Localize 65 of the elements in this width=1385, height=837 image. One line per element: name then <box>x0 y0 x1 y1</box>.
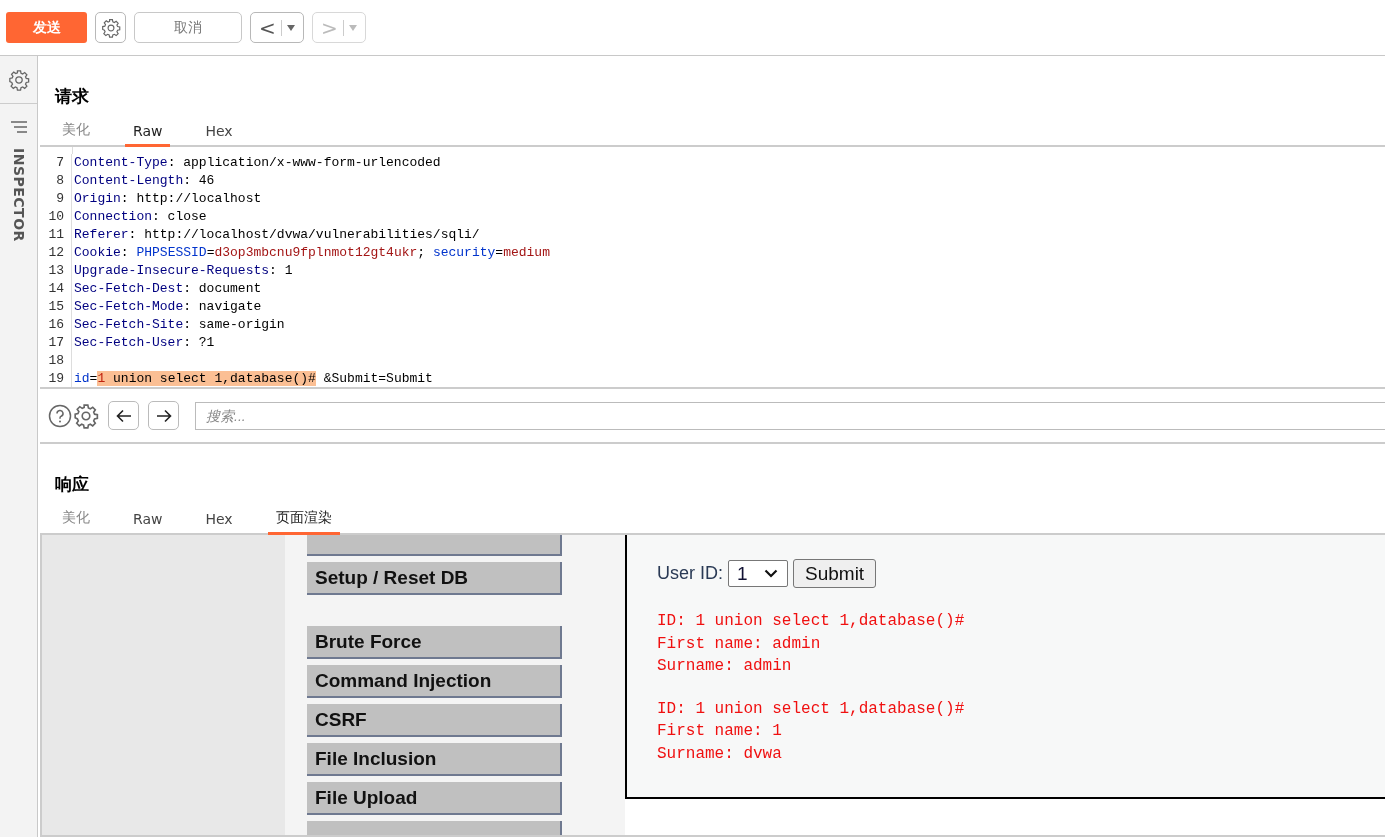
next-button[interactable] <box>148 401 179 430</box>
line-number: 13 <box>40 262 72 280</box>
menu-button[interactable]: Command Injection <box>307 665 562 698</box>
result-line: Surname: dvwa <box>657 743 783 765</box>
code-line: Origin: http://localhost <box>73 190 262 208</box>
user-id-label: User ID: <box>657 563 723 584</box>
line-number: 9 <box>40 190 72 208</box>
line-number: 18 <box>40 352 72 370</box>
inspector-label[interactable]: INSPECTOR <box>10 148 27 242</box>
line-number: 14 <box>40 280 72 298</box>
menu-icon[interactable] <box>9 120 28 134</box>
menu-button[interactable]: Brute Force <box>307 626 562 659</box>
section-title: 响应 <box>55 473 89 496</box>
settings-icon[interactable] <box>73 402 99 429</box>
submit-button[interactable]: Submit <box>793 559 877 588</box>
result-line: First name: 1 <box>657 721 783 742</box>
menu-button[interactable]: Setup / Reset DB <box>307 562 562 595</box>
caret-icon <box>286 24 295 31</box>
line-number: 11 <box>40 226 72 244</box>
code-line: Content-Type: application/x-www-form-urlencoded <box>73 154 441 172</box>
cancel-button[interactable]: 取消 <box>134 12 242 43</box>
result-line: ID: 1 union select 1,database()# <box>657 698 966 720</box>
tab[interactable]: 美化 <box>54 121 98 147</box>
arrow-right-icon <box>155 408 172 423</box>
menu-button[interactable]: File Upload <box>307 782 562 815</box>
line-number: 12 <box>40 244 72 262</box>
result-line: ID: 1 union select 1,database()# <box>657 611 966 632</box>
tab[interactable]: Hex <box>197 123 241 147</box>
code-line: Sec-Fetch-Site: same-origin <box>73 316 285 334</box>
help-icon[interactable] <box>48 403 72 428</box>
search-field[interactable]: 搜索... <box>195 401 1385 430</box>
section-title: 请求 <box>55 85 89 108</box>
result-line: First name: admin <box>657 633 822 655</box>
code-line: Connection: close <box>73 208 207 226</box>
code-line: Sec-Fetch-Dest: document <box>73 280 262 298</box>
user-id-select[interactable]: 1 <box>728 560 788 587</box>
back-button[interactable]: < <box>250 12 304 43</box>
code-line: Sec-Fetch-User: ?1 <box>73 334 215 352</box>
chevron-down-icon <box>764 569 778 578</box>
result-line: Surname: admin <box>657 656 793 677</box>
menu-button[interactable]: CSRF <box>307 704 562 737</box>
settings-icon <box>100 17 121 38</box>
line-number: 17 <box>40 334 72 352</box>
tab[interactable]: 美化 <box>54 509 98 535</box>
line-number: 16 <box>40 316 72 334</box>
line-number: 19 <box>40 370 72 387</box>
line-number: 10 <box>40 208 72 226</box>
tab[interactable]: Raw <box>125 123 171 147</box>
code-line: Cookie: PHPSESSID=d3op3mbcnu9fplnmot12gt4ukr; security=medium <box>73 244 550 262</box>
settings-icon[interactable] <box>7 69 30 91</box>
caret-icon <box>348 24 357 31</box>
previous-button[interactable] <box>108 401 139 430</box>
code-line: Upgrade-Insecure-Requests: 1 <box>73 262 293 280</box>
tab[interactable]: Hex <box>197 511 241 535</box>
tab[interactable]: Raw <box>125 511 171 535</box>
line-number: 7 <box>40 154 72 172</box>
code-line: Referer: http://localhost/dvwa/vulnerabilities/sqli/ <box>73 226 480 244</box>
code-line: id=1 union select 1,database()# &Submit=Submit <box>73 370 433 387</box>
line-number: 8 <box>40 172 72 190</box>
menu-button[interactable]: File Inclusion <box>307 743 562 776</box>
arrow-left-icon <box>115 408 132 423</box>
line-number: 15 <box>40 298 72 316</box>
code-line: Content-Length: 46 <box>73 172 215 190</box>
code-line: Sec-Fetch-Mode: navigate <box>73 298 262 316</box>
settings-button[interactable] <box>95 12 126 43</box>
